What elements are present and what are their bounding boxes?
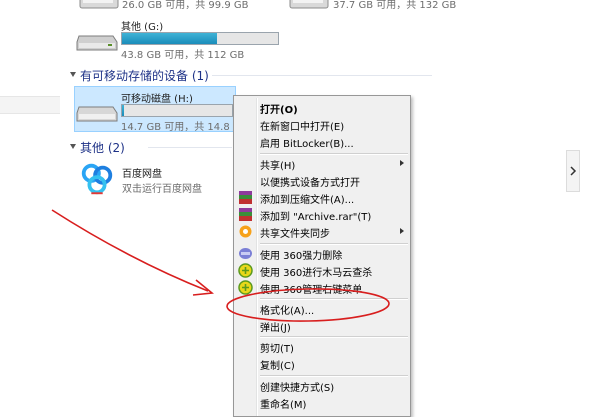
menu-item-label: 添加到压缩文件(A)... (260, 195, 355, 206)
menu-item-cut[interactable]: 剪切(T) (234, 338, 410, 356)
chevron-right-icon (570, 166, 577, 176)
annotation-arrow-head (192, 279, 214, 296)
menu-item-label: 添加到 "Archive.rar"(T) (260, 212, 372, 223)
menu-item-portable-open[interactable]: 以便携式设备方式打开 (234, 172, 410, 190)
menu-item-label: 共享文件夹同步 (260, 229, 330, 240)
winrar-icon (239, 191, 252, 204)
menu-item-add-archive-rar[interactable]: 添加到 "Archive.rar"(T) (234, 206, 410, 224)
baidu-netdisk-desc: 双击运行百度网盘 (122, 184, 202, 195)
menu-item-label: 复制(C) (260, 361, 295, 372)
menu-item-label: 弹出(J) (260, 323, 291, 334)
drive-row-top-left[interactable]: 26.0 GB 可用，共 99.9 GB (75, 0, 275, 14)
drive-info-top-left: 26.0 GB 可用，共 99.9 GB (122, 0, 249, 11)
submenu-arrow-icon (400, 160, 404, 166)
menu-item-label: 重命名(M) (260, 400, 307, 411)
section-title-other[interactable]: 其他 (2) (80, 139, 125, 156)
sync-icon (239, 225, 252, 238)
menu-item-label: 以便携式设备方式打开 (260, 178, 360, 189)
360-logo-icon (238, 280, 253, 295)
section-divider (148, 147, 232, 148)
drive-row-h[interactable]: 可移动磁盘 (H:) 14.7 GB 可用，共 14.8 GB (74, 86, 236, 133)
menu-item-360-manage-menu[interactable]: 使用 360管理右键菜单 (234, 279, 410, 297)
menu-item-open-new-window[interactable]: 在新窗口中打开(E) (234, 116, 410, 134)
drive-row-top-right[interactable]: 37.7 GB 可用，共 132 GB (285, 0, 485, 14)
drive-usage-fill-h (122, 105, 125, 116)
context-menu: 打开(O) 在新窗口中打开(E) 启用 BitLocker(B)... 共享(H… (233, 95, 411, 417)
menu-item-label: 使用 360进行木马云查杀 (260, 268, 373, 279)
drive-usage-bar-h (121, 104, 233, 117)
drive-usage-fill-g (122, 33, 218, 44)
drive-info-h: 14.7 GB 可用，共 14.8 GB (121, 122, 233, 133)
usb-drive-icon (76, 106, 118, 122)
drive-row-g[interactable]: 其他 (G:) 43.8 GB 可用，共 112 GB (75, 16, 285, 61)
menu-item-copy[interactable]: 复制(C) (234, 355, 410, 373)
hard-drive-icon (76, 35, 118, 51)
menu-item-format[interactable]: 格式化(A)... (234, 300, 410, 318)
baidu-netdisk-name: 百度网盘 (122, 169, 162, 180)
menu-item-label: 启用 BitLocker(B)... (260, 139, 354, 150)
collapse-triangle-icon[interactable] (70, 72, 76, 77)
menu-item-360-trojan-scan[interactable]: 使用 360进行木马云查杀 (234, 262, 410, 280)
drive-info-g: 43.8 GB 可用，共 112 GB (121, 50, 245, 61)
menu-item-share-sync[interactable]: 共享文件夹同步 (234, 223, 410, 241)
annotation-arrow-line (51, 209, 209, 292)
menu-item-share[interactable]: 共享(H) (234, 155, 410, 173)
winrar-icon (239, 208, 252, 221)
menu-item-open[interactable]: 打开(O) (234, 99, 410, 117)
menu-item-label: 打开(O) (260, 105, 298, 116)
menu-item-rename[interactable]: 重命名(M) (234, 394, 410, 412)
menu-item-create-shortcut[interactable]: 创建快捷方式(S) (234, 377, 410, 395)
menu-item-label: 使用 360强力删除 (260, 251, 343, 262)
menu-item-label: 创建快捷方式(S) (260, 383, 335, 394)
drive-name-h: 可移动磁盘 (H:) (121, 94, 193, 105)
section-title-removable[interactable]: 有可移动存储的设备 (1) (80, 67, 209, 84)
baidu-netdisk-item[interactable]: 百度网盘 双击运行百度网盘 (76, 158, 232, 202)
menu-item-label: 共享(H) (260, 161, 296, 172)
drive-name-g: 其他 (G:) (121, 22, 164, 33)
menu-item-label: 剪切(T) (260, 344, 294, 355)
menu-item-360-force-delete[interactable]: 使用 360强力删除 (234, 245, 410, 263)
menu-item-eject[interactable]: 弹出(J) (234, 317, 410, 335)
menu-item-add-archive[interactable]: 添加到压缩文件(A)... (234, 189, 410, 207)
drive-usage-bar-g (121, 32, 279, 45)
collapse-triangle-icon[interactable] (70, 144, 76, 149)
menu-item-bitlocker[interactable]: 启用 BitLocker(B)... (234, 133, 410, 151)
360-logo-icon (238, 263, 253, 278)
menu-item-label: 在新窗口中打开(E) (260, 122, 345, 133)
baidu-netdisk-icon (78, 160, 116, 198)
submenu-arrow-icon (400, 228, 404, 234)
menu-item-label: 格式化(A)... (260, 306, 315, 317)
menu-item-label: 使用 360管理右键菜单 (260, 285, 363, 296)
360-shredder-icon (239, 248, 252, 259)
hard-drive-icon (289, 0, 329, 9)
left-panel-fragment (0, 96, 60, 114)
drive-info-top-right: 37.7 GB 可用，共 132 GB (333, 0, 457, 11)
section-divider (212, 75, 432, 76)
right-pane-toggle[interactable] (566, 150, 580, 192)
